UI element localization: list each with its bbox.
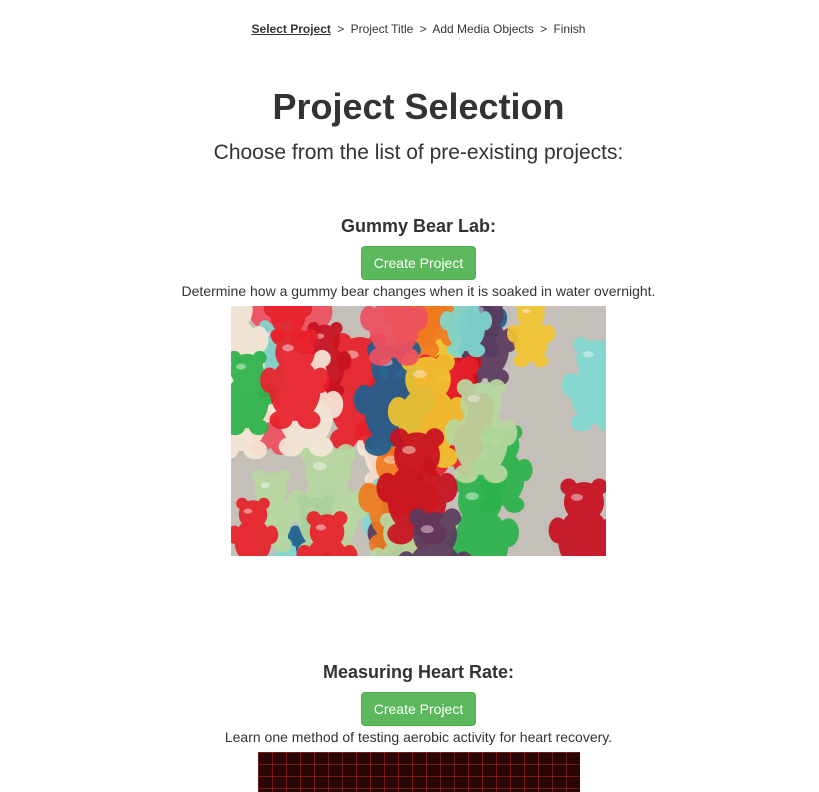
project-description: Determine how a gummy bear changes when … [181, 283, 656, 299]
page-title: Project Selection [272, 86, 565, 127]
create-project-button[interactable]: Create Project [360, 246, 477, 280]
gummy-bear-shape [360, 306, 428, 366]
breadcrumb-separator: > [337, 22, 345, 36]
project-name: Gummy Bear Lab: [340, 216, 497, 236]
breadcrumb-step-project-title: Project Title [350, 22, 414, 36]
gummy-bears-illustration [231, 306, 606, 556]
breadcrumb-separator: > [540, 22, 548, 36]
page-subtitle: Choose from the list of pre-existing pro… [213, 141, 624, 164]
page: Select Project > Project Title > Add Med… [0, 0, 819, 792]
breadcrumb-step-finish: Finish [553, 22, 586, 36]
project-card-measuring-heart-rate: Measuring Heart Rate: Create Project Lea… [0, 662, 819, 792]
breadcrumb-separator: > [419, 22, 427, 36]
breadcrumb-step-select-project[interactable]: Select Project [252, 22, 331, 36]
breadcrumb: Select Project > Project Title > Add Med… [0, 22, 819, 36]
breadcrumb-step-add-media-objects: Add Media Objects [432, 22, 534, 36]
heart-rate-image [257, 752, 580, 792]
create-project-button[interactable]: Create Project [360, 692, 477, 726]
gummy-bear-shape [439, 306, 493, 358]
project-card-gummy-bear-lab: Gummy Bear Lab: Create Project Determine… [0, 216, 819, 556]
project-description: Learn one method of testing aerobic acti… [224, 729, 613, 745]
project-name: Measuring Heart Rate: [322, 662, 515, 682]
gummy-bear-image [231, 306, 606, 556]
